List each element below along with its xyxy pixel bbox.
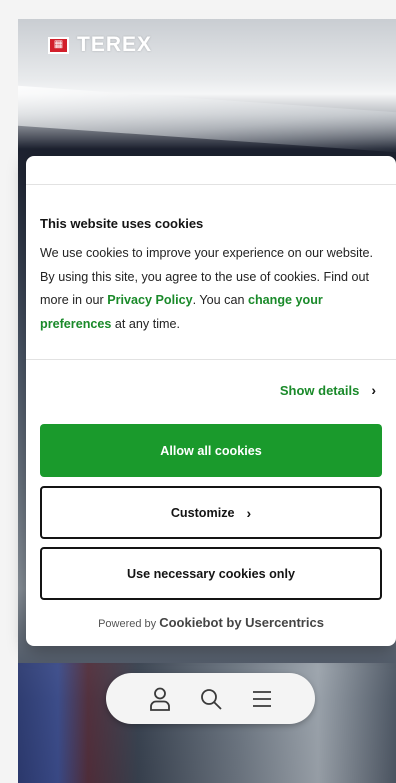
logo-mark-icon: ▦ [48, 36, 69, 54]
body-text-part-2: . You can [192, 293, 248, 307]
search-icon[interactable] [198, 686, 224, 712]
privacy-policy-link[interactable]: Privacy Policy [107, 293, 192, 307]
menu-icon[interactable] [249, 686, 275, 712]
cookiebot-brand-link[interactable]: Cookiebot by Usercentrics [159, 615, 324, 630]
necessary-cookies-only-label: Use necessary cookies only [126, 566, 295, 581]
cookie-consent-dialog: This website uses cookies We use cookies… [26, 156, 396, 646]
allow-all-cookies-label: Allow all cookies [160, 443, 262, 458]
site-logo[interactable]: ▦ TEREX [48, 33, 153, 56]
dialog-divider-middle [26, 359, 396, 360]
logo-wordmark: TEREX [77, 33, 153, 56]
body-text-part-3: at any time. [111, 316, 181, 331]
customize-label: Customize [170, 505, 235, 520]
chevron-right-icon: › [246, 504, 252, 521]
show-details-label: Show details [279, 382, 360, 398]
dialog-title: This website uses cookies [40, 216, 204, 231]
dialog-divider-top [26, 184, 396, 185]
customize-button[interactable]: Customize › [40, 486, 382, 539]
powered-by-footer: Powered by Cookiebot by Usercentrics [26, 615, 396, 630]
powered-by-prefix: Powered by [98, 618, 157, 630]
dialog-body-text: We use cookies to improve your experienc… [40, 242, 382, 336]
user-icon[interactable] [147, 686, 173, 712]
bottom-nav-pill [106, 673, 315, 724]
show-details-link[interactable]: Show details › [280, 382, 376, 398]
allow-all-cookies-button[interactable]: Allow all cookies [40, 424, 382, 477]
chevron-right-icon: › [371, 382, 376, 398]
necessary-cookies-only-button[interactable]: Use necessary cookies only [40, 547, 382, 600]
